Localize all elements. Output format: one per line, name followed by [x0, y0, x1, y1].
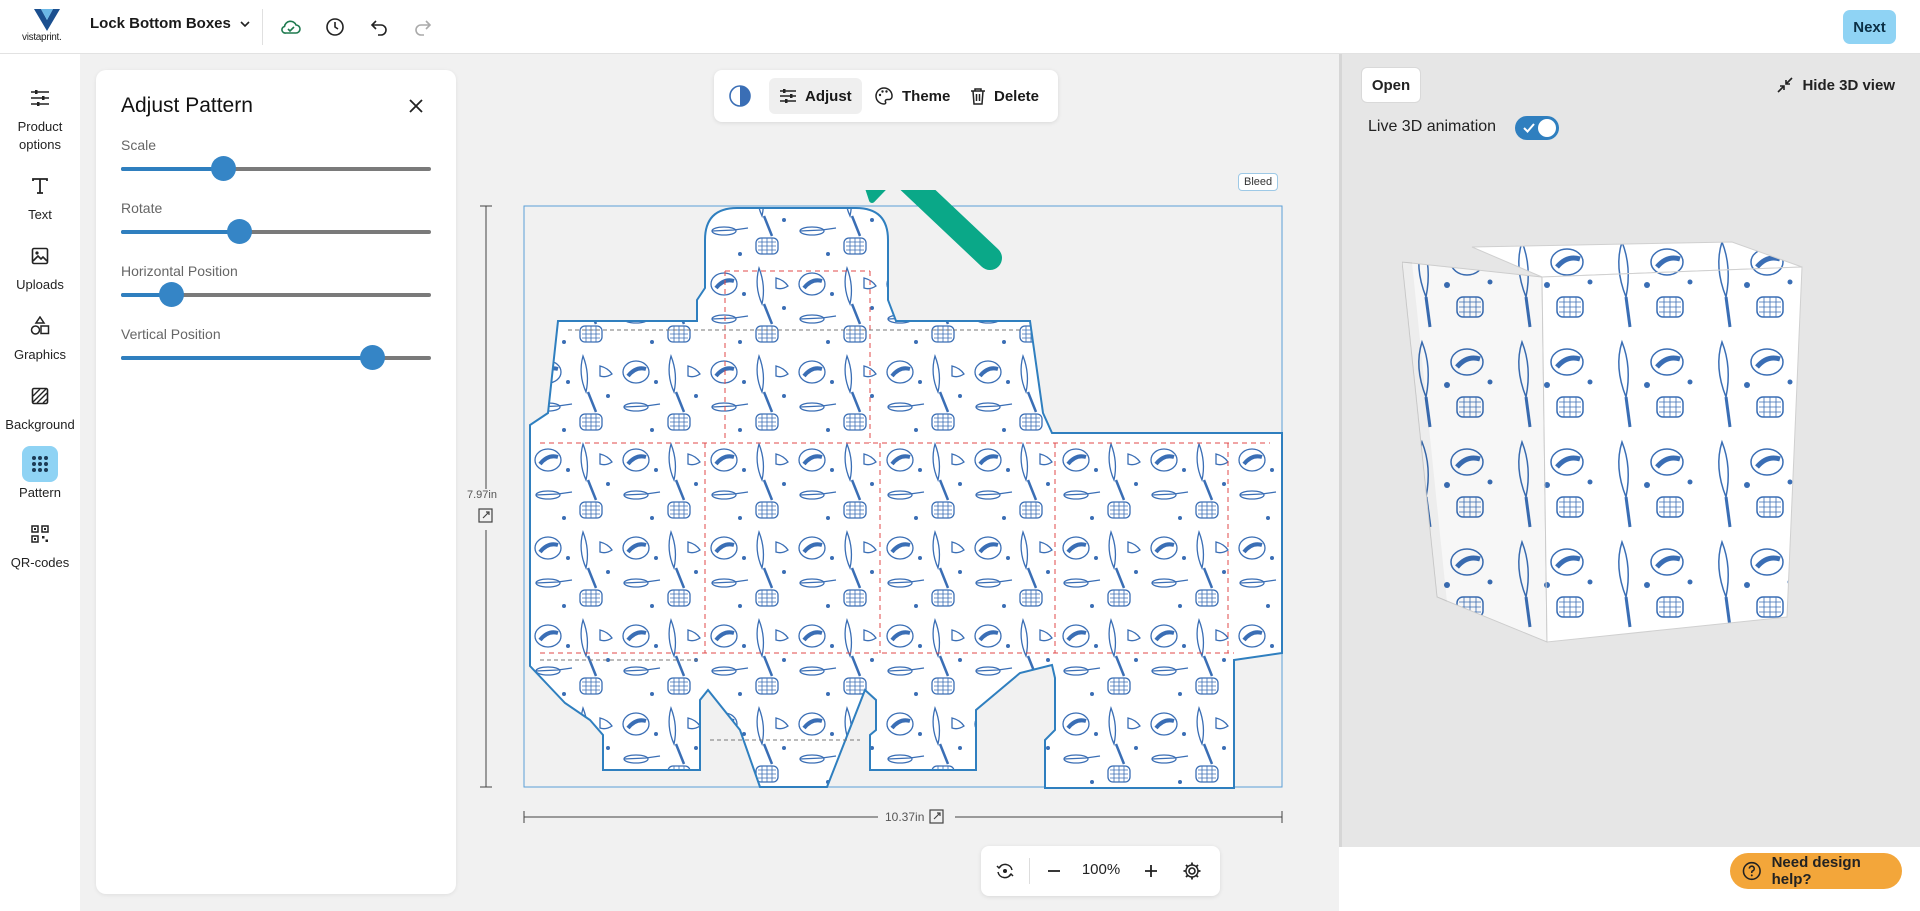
redo-icon[interactable]	[410, 14, 436, 40]
adjust-pattern-panel: Adjust Pattern Scale Rotate Horizontal P…	[96, 70, 456, 894]
slider-fill	[121, 167, 224, 171]
check-icon	[1523, 123, 1535, 133]
live-animation-toggle[interactable]	[1515, 116, 1559, 140]
rotate-slider[interactable]	[121, 219, 431, 244]
sliders-icon	[22, 80, 58, 116]
bleed-badge: Bleed	[1238, 173, 1279, 191]
history-icon[interactable]	[322, 14, 348, 40]
zoom-level[interactable]: 100%	[1081, 861, 1121, 878]
panel-title: Adjust Pattern	[121, 94, 253, 117]
slider-fill	[121, 230, 239, 234]
left-rail: Product options Text Uploads Graphics Ba…	[0, 54, 80, 911]
rail-item-background[interactable]: Background	[0, 378, 80, 434]
palette-icon	[875, 87, 893, 105]
height-dimension-label: 7.97in	[467, 489, 497, 501]
hide-3d-label: Hide 3D view	[1802, 76, 1895, 94]
rotate-slider-label: Rotate	[121, 200, 163, 216]
close-icon[interactable]	[406, 96, 426, 116]
chevron-down-icon	[240, 20, 250, 27]
rail-item-label: Uploads	[16, 277, 64, 292]
rail-item-text[interactable]: Text	[0, 168, 80, 224]
scale-slider[interactable]	[121, 156, 431, 181]
document-title: Lock Bottom Boxes	[90, 15, 231, 32]
box-3d-preview[interactable]	[1402, 237, 1852, 657]
collapse-icon	[1777, 77, 1794, 93]
live-animation-label: Live 3D animation	[1368, 118, 1497, 135]
help-label: Need design help?	[1771, 854, 1861, 888]
rail-item-label: Text	[28, 207, 52, 222]
rail-item-graphics[interactable]: Graphics	[0, 308, 80, 364]
hide-3d-view-button[interactable]: Hide 3D view	[1776, 76, 1895, 94]
grid-dots-icon	[22, 446, 58, 482]
zoom-divider	[1029, 858, 1030, 884]
edit-width-icon[interactable]	[929, 809, 944, 824]
gear-icon[interactable]	[1179, 858, 1205, 884]
text-icon	[22, 168, 58, 204]
logo-wordmark: vistaprint.	[22, 32, 62, 43]
edit-height-icon[interactable]	[478, 508, 493, 523]
rail-item-product-options[interactable]: Product options	[0, 80, 80, 154]
rail-item-qr-codes[interactable]: QR-codes	[0, 516, 80, 572]
image-icon	[22, 238, 58, 274]
undo-icon[interactable]	[366, 14, 392, 40]
top-bar: vistaprint. Lock Bottom Boxes Next	[0, 0, 1920, 54]
zoom-in-icon[interactable]	[1138, 858, 1164, 884]
sliders-icon	[780, 89, 796, 103]
slider-thumb[interactable]	[360, 345, 386, 370]
open-3d-button[interactable]: Open	[1361, 67, 1421, 103]
help-icon	[1742, 861, 1761, 881]
reset-view-icon[interactable]	[992, 858, 1018, 884]
theme-label: Theme	[902, 87, 951, 105]
rail-item-label: Background	[5, 417, 75, 432]
vertical-position-slider-label: Vertical Position	[121, 326, 221, 342]
trash-icon	[971, 88, 985, 105]
contrast-toggle-button[interactable]	[720, 78, 760, 114]
hatch-icon	[22, 378, 58, 414]
next-button[interactable]: Next	[1843, 10, 1896, 44]
horizontal-position-slider[interactable]	[121, 282, 431, 307]
vertical-position-slider[interactable]	[121, 345, 431, 370]
need-design-help-button[interactable]: Need design help?	[1730, 853, 1902, 889]
document-title-menu[interactable]: Lock Bottom Boxes	[90, 15, 251, 32]
delete-label: Delete	[994, 87, 1040, 105]
toggle-knob	[1538, 119, 1556, 137]
shapes-icon	[22, 308, 58, 344]
toolbar-divider	[262, 9, 263, 45]
preview-3d-pane: Open Hide 3D view Live 3D animation	[1339, 54, 1920, 847]
rail-item-label: Product options	[17, 119, 63, 152]
slider-thumb[interactable]	[211, 156, 237, 181]
rail-item-uploads[interactable]: Uploads	[0, 238, 80, 294]
contrast-icon	[729, 85, 751, 107]
cloud-save-icon[interactable]	[278, 14, 304, 40]
adjust-button[interactable]: Adjust	[769, 78, 862, 114]
delete-button[interactable]: Delete	[960, 78, 1049, 114]
scale-slider-label: Scale	[121, 137, 157, 153]
rail-item-label: Graphics	[13, 347, 67, 362]
adjust-label: Adjust	[805, 87, 852, 105]
slider-fill	[121, 356, 373, 360]
rail-item-label: QR-codes	[10, 555, 70, 570]
rail-item-label: Pattern	[19, 485, 61, 500]
pattern-context-toolbar: Adjust Theme Delete	[714, 70, 1058, 122]
width-dimension-label: 10.37in	[882, 810, 928, 824]
slider-thumb[interactable]	[226, 219, 252, 244]
zoom-out-icon[interactable]	[1041, 858, 1067, 884]
horizontal-position-slider-label: Horizontal Position	[121, 263, 238, 279]
qr-icon	[22, 516, 58, 552]
rail-item-pattern[interactable]: Pattern	[0, 446, 80, 502]
slider-thumb[interactable]	[158, 282, 184, 307]
theme-button[interactable]: Theme	[864, 78, 960, 114]
zoom-bar: 100%	[981, 846, 1220, 896]
box-dieline-canvas[interactable]	[460, 190, 1290, 830]
